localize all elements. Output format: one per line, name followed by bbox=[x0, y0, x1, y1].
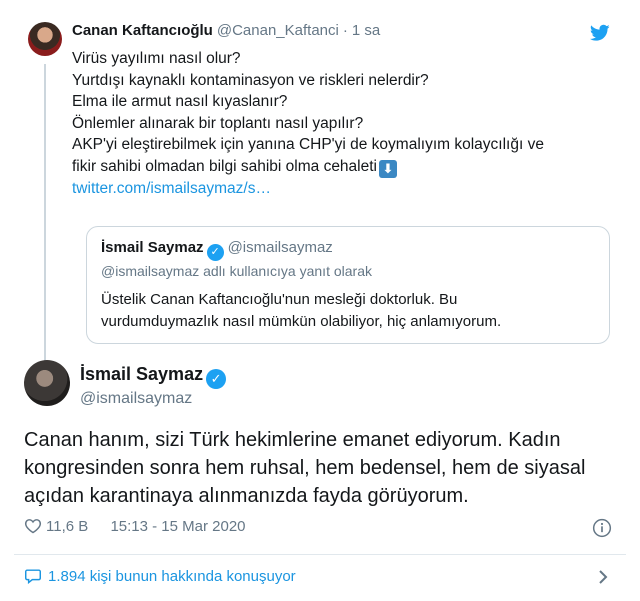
conversation-label[interactable]: 1.894 kişi bunun hakkında konuşuyor bbox=[48, 568, 296, 585]
avatar[interactable] bbox=[28, 22, 62, 56]
quoted-tweet[interactable]: İsmail Saymaz ✓ @ismailsaymaz @ismailsayma… bbox=[86, 226, 610, 344]
timestamp[interactable]: 15:13 - 15 Mar 2020 bbox=[110, 518, 245, 535]
like-count: 11,6 B bbox=[46, 518, 89, 535]
text-line: twitter.com/ismailsaymaz/s… bbox=[72, 178, 612, 200]
author-name[interactable]: Canan Kaftancıoğlu bbox=[72, 22, 213, 39]
verified-badge-icon: ✓ bbox=[206, 244, 224, 261]
author-handle: @ismailsaymaz bbox=[227, 239, 333, 256]
text-line: AKP'yi eleştirebilmek için yanına CHP'yi… bbox=[72, 136, 544, 153]
text-line: Önlemler alınarak bir toplantı nasıl yap… bbox=[72, 114, 364, 132]
parent-tweet-text: Virüs yayılımı nasıl olur? Yurtdışı kayn… bbox=[72, 48, 612, 199]
main-tweet-text: Canan hanım, sizi Türk hekimlerine emane… bbox=[24, 426, 604, 510]
info-icon[interactable] bbox=[592, 518, 612, 538]
speech-bubble-icon bbox=[25, 569, 41, 584]
text-line: fikir sahibi olmadan bilgi sahibi olma c… bbox=[72, 156, 612, 178]
quoted-tweet-header: İsmail Saymaz ✓ @ismailsaymaz bbox=[101, 239, 333, 261]
text-line-content: fikir sahibi olmadan bilgi sahibi olma c… bbox=[72, 157, 377, 175]
chevron-right-icon[interactable] bbox=[596, 569, 610, 585]
conversation-link[interactable]: 1.894 kişi bunun hakkında konuşuyor bbox=[24, 568, 296, 585]
heart-icon[interactable] bbox=[24, 518, 42, 534]
main-author-handle[interactable]: @ismailsaymaz bbox=[80, 390, 192, 408]
text-line: vurdumduymazlık nasıl mümkün olabiliyor,… bbox=[101, 313, 502, 330]
author-name[interactable]: İsmail Saymaz bbox=[80, 364, 203, 384]
divider bbox=[14, 554, 626, 555]
twitter-bird-icon[interactable] bbox=[590, 24, 610, 42]
text-line: kongresinden sonra hem ruhsal, hem beden… bbox=[24, 457, 586, 479]
tweet-link[interactable]: twitter.com/ismailsaymaz/s… bbox=[72, 180, 271, 197]
quoted-tweet-text: Üstelik Canan Kaftancıoğlu'nun mesleği d… bbox=[101, 289, 591, 333]
down-arrow-emoji-icon: ⬇ bbox=[379, 159, 397, 178]
verified-badge-icon: ✓ bbox=[206, 369, 227, 389]
avatar[interactable] bbox=[24, 360, 70, 406]
main-author-name[interactable]: İsmail Saymaz ✓ bbox=[80, 364, 227, 389]
reply-context: @ismailsaymaz adlı kullanıcıya yanıt ola… bbox=[101, 263, 372, 279]
parent-tweet-header: Canan Kaftancıoğlu @Canan_Kaftanci · 1 sa bbox=[72, 22, 380, 39]
like-button[interactable]: 11,6 B bbox=[24, 518, 110, 535]
tweet-time[interactable]: 1 sa bbox=[352, 22, 380, 39]
text-line: Elma ile armut nasıl kıyaslanır? bbox=[72, 93, 288, 110]
tweet-card: Canan Kaftancıoğlu @Canan_Kaftanci · 1 sa V… bbox=[0, 0, 640, 601]
author-name: İsmail Saymaz bbox=[101, 239, 204, 256]
thread-line bbox=[44, 64, 46, 364]
separator: · bbox=[342, 22, 348, 39]
text-line: Canan hanım, sizi Türk hekimlerine emane… bbox=[24, 429, 561, 451]
text-line: açıdan karantinaya alınmanızda fayda gör… bbox=[24, 485, 469, 507]
author-handle[interactable]: @Canan_Kaftanci bbox=[217, 22, 339, 39]
tweet-meta: 11,6 B 15:13 - 15 Mar 2020 bbox=[24, 518, 246, 535]
text-line: Virüs yayılımı nasıl olur? bbox=[72, 50, 241, 67]
text-line: Yurtdışı kaynaklı kontaminasyon ve riskl… bbox=[72, 71, 429, 89]
text-line: Üstelik Canan Kaftancıoğlu'nun mesleği d… bbox=[101, 291, 458, 308]
